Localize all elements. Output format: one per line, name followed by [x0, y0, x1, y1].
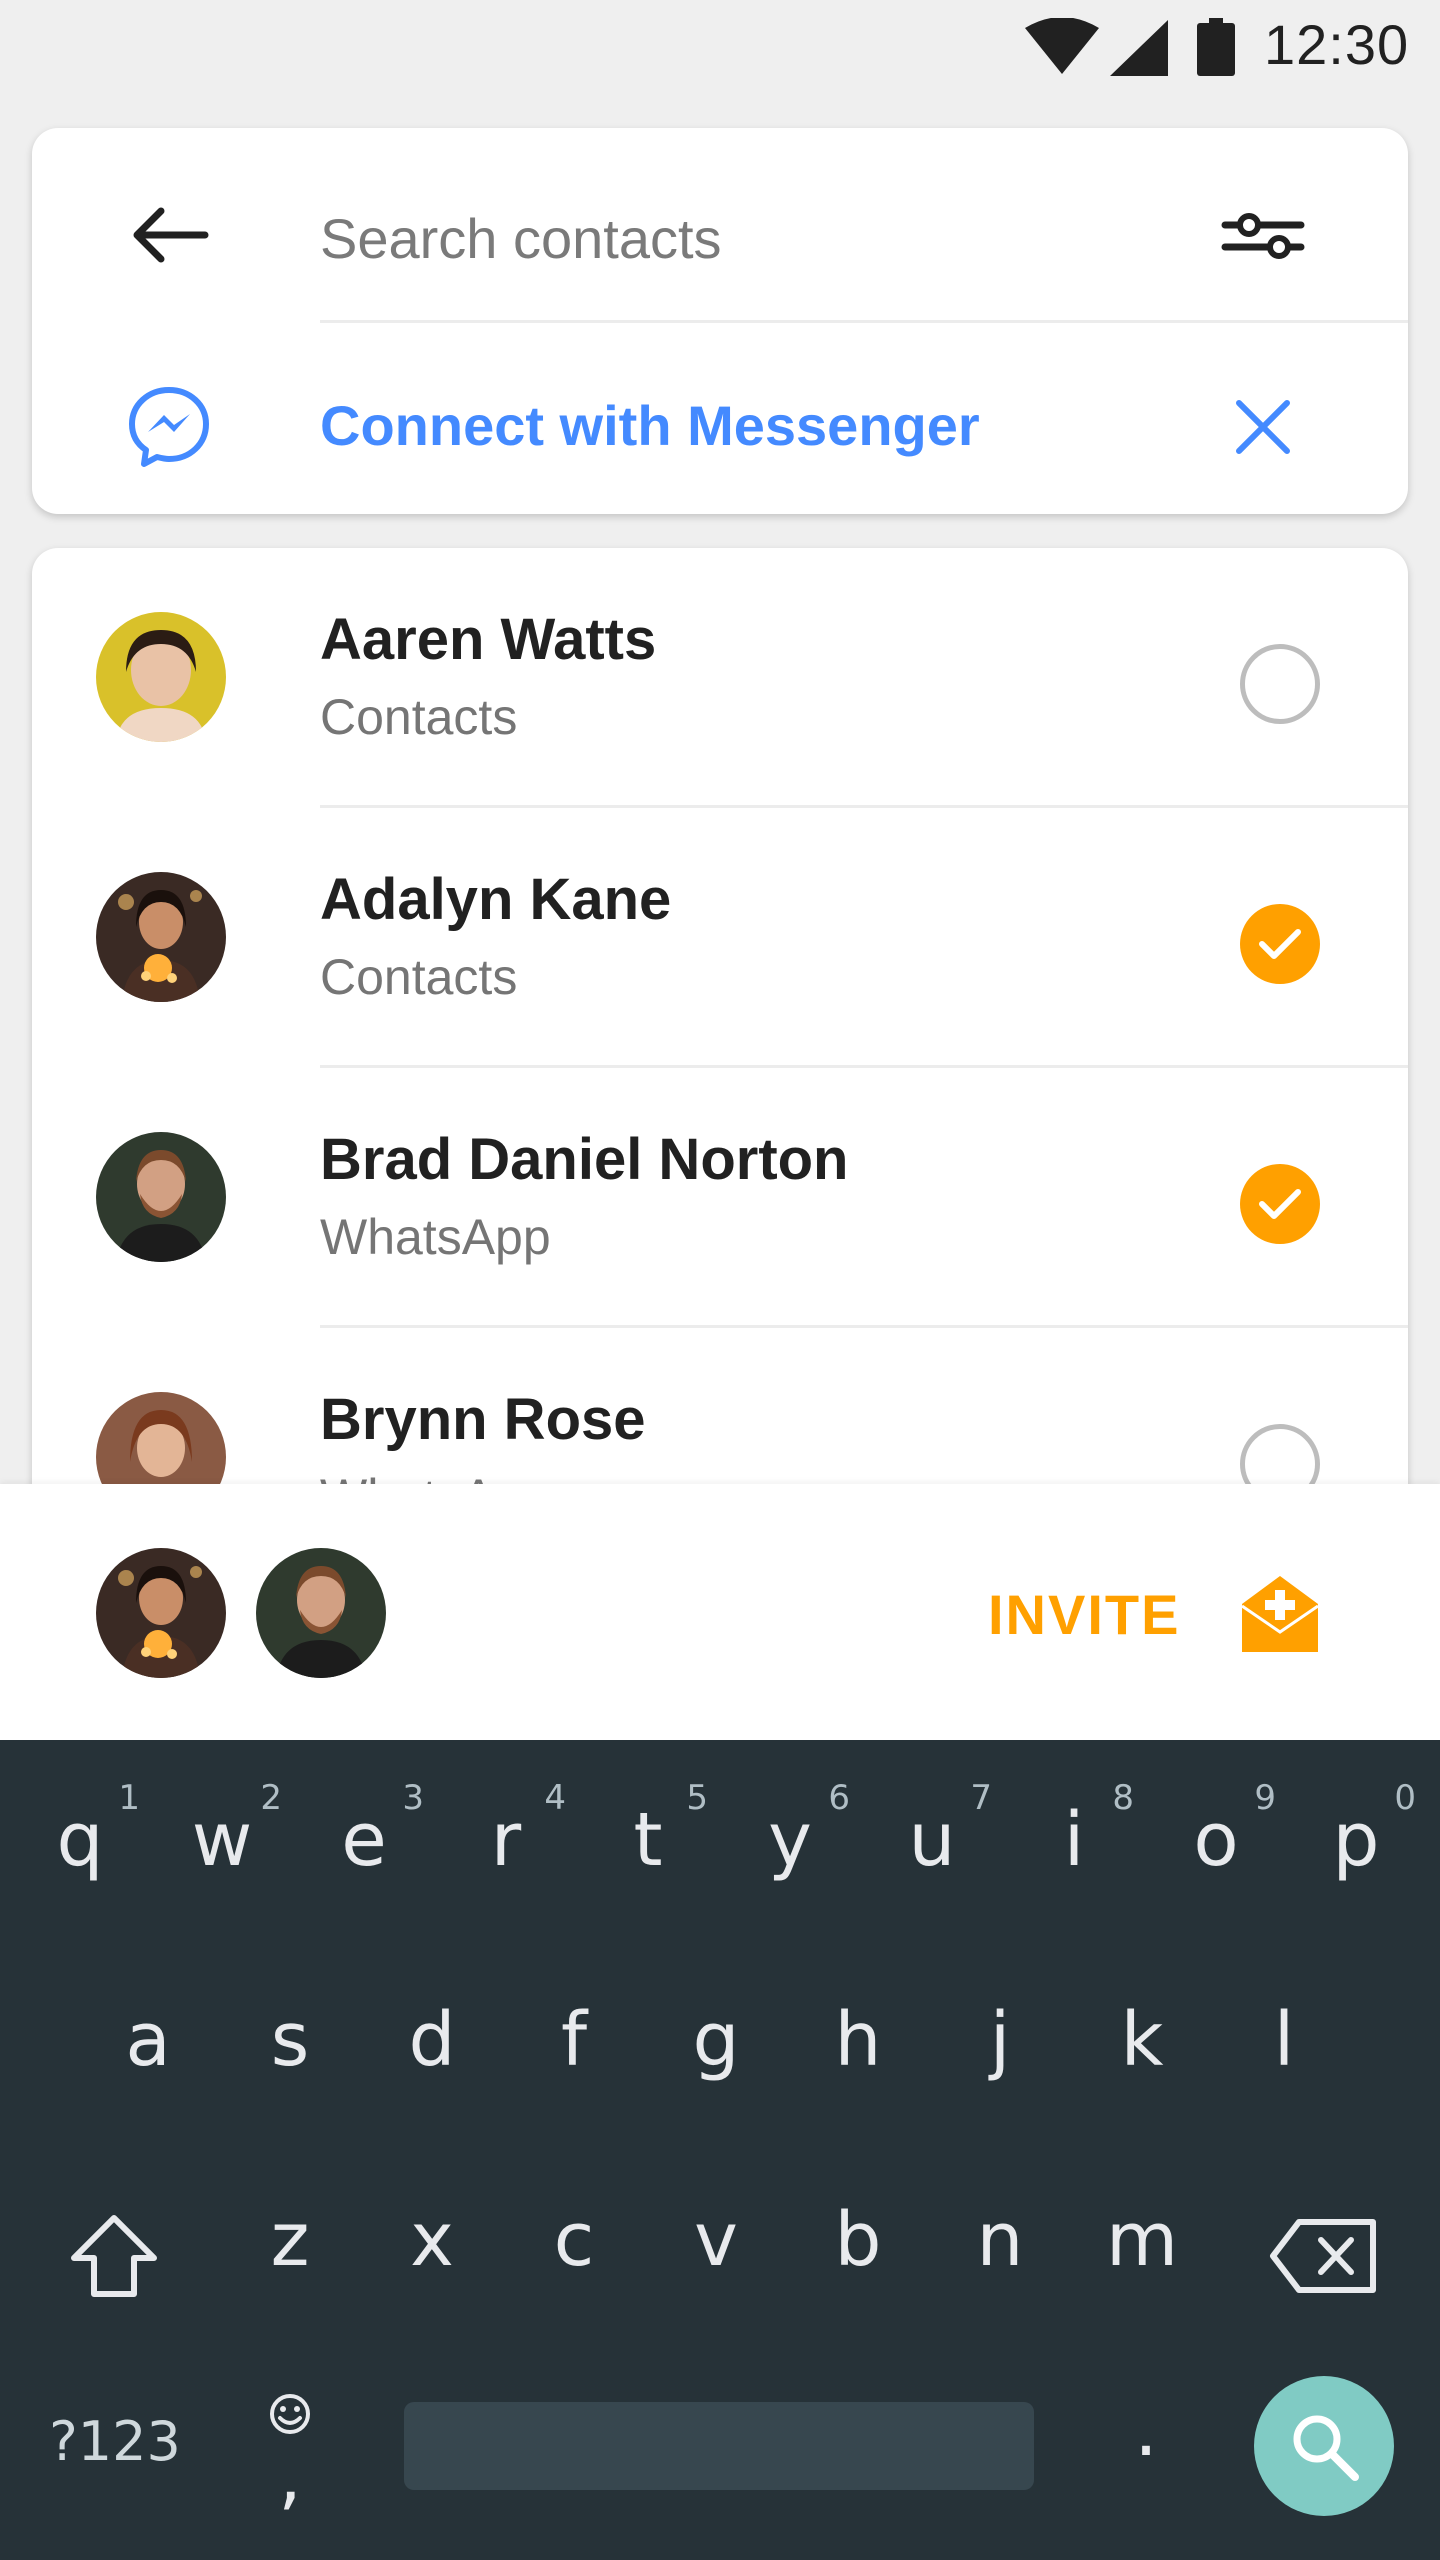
shift-key[interactable]	[54, 2196, 174, 2316]
filter-button[interactable]	[1208, 180, 1318, 290]
key-b[interactable]: b	[798, 2190, 918, 2310]
invite-mail-button[interactable]	[1230, 1564, 1330, 1664]
key-r[interactable]: r4	[446, 1778, 566, 1910]
back-arrow-icon	[133, 207, 209, 263]
search-key[interactable]	[1254, 2376, 1394, 2516]
spacebar[interactable]	[404, 2402, 1034, 2490]
search-input[interactable]	[320, 188, 1220, 288]
contact-source: Contacts	[320, 949, 518, 1005]
signal-icon	[1110, 20, 1168, 81]
backspace-key[interactable]	[1262, 2196, 1386, 2316]
mail-add-icon	[1241, 1576, 1319, 1652]
key-d[interactable]: d	[372, 1990, 492, 2110]
battery-icon	[1197, 18, 1235, 81]
invite-bar: INVITE	[0, 1484, 1440, 1740]
select-checkbox[interactable]	[1240, 904, 1320, 984]
back-button[interactable]	[114, 180, 224, 290]
divider	[320, 320, 1408, 323]
key-x[interactable]: x	[372, 2190, 492, 2310]
status-bar: 12:30	[0, 0, 1440, 96]
key-a[interactable]: a	[88, 1990, 208, 2110]
check-icon	[1259, 929, 1301, 959]
contact-name: Adalyn Kane	[320, 867, 672, 932]
key-m[interactable]: m	[1082, 2190, 1202, 2310]
shift-icon	[71, 2215, 157, 2297]
key-w[interactable]: w2	[162, 1778, 282, 1910]
avatar	[96, 872, 226, 1002]
backspace-icon	[1270, 2219, 1376, 2293]
key-h[interactable]: h	[798, 1990, 918, 2110]
key-c[interactable]: c	[514, 2190, 634, 2310]
key-e[interactable]: e3	[304, 1778, 424, 1910]
symbols-key[interactable]: ?123	[40, 2392, 190, 2512]
key-g[interactable]: g	[656, 1990, 776, 2110]
connect-messenger-link[interactable]: Connect with Messenger	[320, 376, 980, 476]
contact-row[interactable]: Aaren Watts Contacts	[32, 548, 1408, 808]
key-z[interactable]: z	[230, 2190, 350, 2310]
comma-label: ,	[278, 2433, 302, 2519]
key-u[interactable]: u7	[872, 1778, 992, 1910]
key-f[interactable]: f	[514, 1990, 634, 2110]
close-icon	[1236, 400, 1290, 454]
messenger-icon	[129, 387, 209, 467]
avatar	[96, 612, 226, 742]
key-l[interactable]: l	[1224, 1990, 1344, 2110]
contact-row[interactable]: Adalyn Kane Contacts	[32, 808, 1408, 1068]
select-checkbox[interactable]	[1240, 644, 1320, 724]
check-icon	[1259, 1189, 1301, 1219]
key-q[interactable]: q1	[20, 1778, 141, 1910]
select-checkbox[interactable]	[1240, 1164, 1320, 1244]
contact-list: Aaren Watts Contacts Adalyn Kane Contact…	[32, 548, 1408, 1548]
contact-source: WhatsApp	[320, 1209, 551, 1265]
key-s[interactable]: s	[230, 1990, 350, 2110]
key-o[interactable]: o9	[1156, 1778, 1276, 1910]
status-time: 12:30	[1264, 13, 1410, 76]
filter-icon	[1221, 213, 1305, 259]
key-n[interactable]: n	[940, 2190, 1060, 2310]
wifi-icon	[1025, 17, 1099, 79]
key-v[interactable]: v	[656, 2190, 776, 2310]
contact-name: Brad Daniel Norton	[320, 1127, 849, 1192]
contact-row[interactable]: Brad Daniel Norton WhatsApp	[32, 1068, 1408, 1328]
screen: 12:30 Connect with Messenger	[0, 0, 1440, 2560]
key-i[interactable]: i8	[1014, 1778, 1134, 1910]
key-p[interactable]: p0	[1296, 1778, 1417, 1910]
selected-avatar[interactable]	[96, 1548, 226, 1678]
key-y[interactable]: y6	[730, 1778, 850, 1910]
avatar	[96, 1132, 226, 1262]
search-icon	[1293, 2415, 1359, 2481]
key-j[interactable]: j	[940, 1990, 1060, 2110]
key-t[interactable]: t5	[588, 1778, 708, 1910]
period-key[interactable]: .	[1086, 2380, 1206, 2500]
dismiss-messenger-button[interactable]	[1208, 372, 1318, 482]
contact-name: Brynn Rose	[320, 1387, 646, 1452]
emoji-comma-key[interactable]: ,	[230, 2390, 350, 2530]
messenger-button[interactable]	[114, 372, 224, 482]
selected-avatar[interactable]	[256, 1548, 386, 1678]
invite-button[interactable]: INVITE	[988, 1580, 1180, 1650]
contact-name: Aaren Watts	[320, 607, 657, 672]
search-card: Connect with Messenger	[32, 128, 1408, 514]
key-k[interactable]: k	[1082, 1990, 1202, 2110]
contact-source: Contacts	[320, 689, 518, 745]
soft-keyboard: q1 w2 e3 r4 t5 y6 u7 i8 o9 p0 a s d f g …	[0, 1740, 1440, 2560]
